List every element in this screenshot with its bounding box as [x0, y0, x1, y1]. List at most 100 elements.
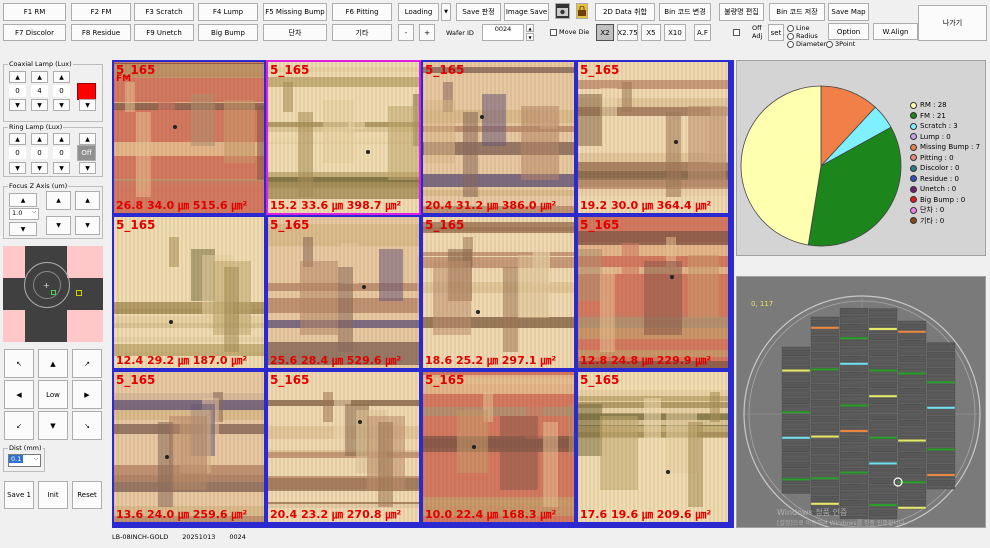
coaxial-down-1[interactable]: ▼ — [9, 99, 26, 111]
wafer-die[interactable] — [868, 327, 898, 331]
wafer-die[interactable] — [868, 442, 898, 446]
wafer-die[interactable] — [868, 414, 898, 417]
wafer-die[interactable] — [839, 500, 869, 503]
wafer-die[interactable] — [868, 366, 898, 369]
bin-code-change-button[interactable]: Bin 코드 변경 — [659, 3, 711, 21]
wafer-die[interactable] — [868, 417, 898, 420]
wafer-die[interactable] — [897, 426, 927, 430]
wafer-die[interactable] — [926, 435, 956, 438]
wafer-die[interactable] — [839, 471, 869, 474]
reset-button[interactable]: Reset — [72, 481, 102, 509]
wafer-die[interactable] — [897, 375, 927, 378]
wafer-die[interactable] — [839, 503, 869, 506]
wafer-die[interactable] — [839, 442, 869, 446]
wafer-die[interactable] — [839, 349, 869, 353]
defect-missing-bump-button[interactable]: F5 Missing Bump — [263, 3, 327, 21]
wafer-die[interactable] — [926, 470, 956, 474]
wafer-die[interactable] — [810, 380, 840, 384]
wafer-die[interactable] — [810, 316, 840, 320]
wafer-die[interactable] — [926, 406, 956, 410]
wafer-die[interactable] — [868, 353, 898, 356]
wafer-die[interactable] — [781, 382, 811, 385]
wafer-die[interactable] — [868, 471, 898, 475]
wafer-die[interactable] — [781, 394, 811, 398]
wafer-die[interactable] — [897, 372, 927, 375]
wafer-die[interactable] — [926, 377, 956, 381]
move-left-button[interactable]: ◀ — [4, 380, 34, 409]
wafer-die[interactable] — [781, 417, 811, 420]
wafer-die[interactable] — [839, 474, 869, 478]
wafer-die[interactable] — [810, 467, 840, 470]
wafer-die[interactable] — [868, 311, 898, 315]
wafer-die[interactable] — [810, 435, 840, 438]
wafer-die[interactable] — [897, 397, 927, 401]
wafer-die[interactable] — [810, 464, 840, 467]
move-die-box[interactable] — [550, 28, 557, 36]
wafer-die[interactable] — [868, 385, 898, 388]
wafer-die[interactable] — [897, 378, 927, 382]
wafer-die[interactable] — [810, 374, 840, 378]
wafer-die[interactable] — [868, 337, 898, 340]
wafer-die[interactable] — [810, 448, 840, 451]
wafer-die[interactable] — [897, 442, 927, 446]
wafer-die[interactable] — [781, 449, 811, 452]
wafer-die[interactable] — [897, 388, 927, 391]
wafer-die[interactable] — [839, 394, 869, 398]
wafer-die[interactable] — [839, 340, 869, 343]
die-image-tile[interactable]: 5_165 13.6 24.0 ㎛ 259.6 ㎛² — [112, 370, 266, 524]
die-image-tile[interactable]: 5_165 20.4 23.2 ㎛ 270.8 ㎛² — [266, 370, 421, 524]
wafer-die[interactable] — [926, 348, 956, 352]
wafer-die[interactable] — [839, 464, 869, 468]
move-right-button[interactable]: ▶ — [72, 380, 102, 409]
wafer-die[interactable] — [868, 401, 898, 404]
wafer-die[interactable] — [839, 480, 869, 484]
wafer-die[interactable] — [810, 342, 840, 346]
defect-unetch-button[interactable]: F9 Unetch — [134, 24, 194, 41]
wafer-die[interactable] — [897, 503, 927, 506]
focus-down-button[interactable]: ▼ — [9, 222, 37, 236]
wafer-die[interactable] — [810, 412, 840, 416]
minus-button[interactable]: - — [398, 24, 414, 41]
wafer-die[interactable] — [897, 362, 927, 366]
coaxial-down-2[interactable]: ▼ — [31, 99, 48, 111]
wafer-die[interactable] — [868, 478, 898, 481]
ring-down-2[interactable]: ▼ — [31, 162, 48, 174]
wafer-die[interactable] — [868, 359, 898, 363]
wafer-die[interactable] — [897, 356, 927, 359]
wafer-die[interactable] — [839, 381, 869, 385]
wafer-die[interactable] — [868, 458, 898, 462]
wafer-die[interactable] — [810, 499, 840, 502]
wafer-die[interactable] — [868, 330, 898, 334]
wafer-die[interactable] — [839, 400, 869, 404]
wafer-die[interactable] — [839, 320, 869, 324]
coaxial-up-1[interactable]: ▲ — [9, 71, 26, 83]
wafer-die[interactable] — [781, 398, 811, 401]
wafer-die[interactable] — [810, 406, 840, 410]
wafer-die[interactable] — [868, 334, 898, 337]
wafer-die[interactable] — [868, 449, 898, 452]
wafer-die[interactable] — [926, 460, 956, 464]
wafer-die[interactable] — [897, 490, 927, 494]
ring-up-4[interactable]: ▲ — [79, 133, 96, 145]
coaxial-down-3[interactable]: ▼ — [53, 99, 70, 111]
wafer-die[interactable] — [810, 457, 840, 461]
wafer-die[interactable] — [868, 481, 898, 484]
wafer-die[interactable] — [810, 326, 840, 330]
wafer-die[interactable] — [810, 345, 840, 349]
wafer-die[interactable] — [839, 365, 869, 369]
wafer-die[interactable] — [897, 346, 927, 350]
wafer-die[interactable] — [839, 420, 869, 423]
coaxial-down-4[interactable]: ▼ — [79, 99, 96, 111]
wafer-die[interactable] — [926, 371, 956, 374]
wafer-die[interactable] — [810, 368, 840, 371]
wafer-die[interactable] — [781, 401, 811, 404]
wafer-die[interactable] — [839, 330, 869, 334]
plus-button[interactable]: + — [419, 24, 435, 41]
zoom-x5-button[interactable]: X5 — [641, 24, 661, 41]
wafer-die[interactable] — [839, 404, 869, 407]
wafer-die[interactable] — [897, 448, 927, 452]
radio-line[interactable]: Line — [787, 24, 810, 32]
wafer-die[interactable] — [810, 460, 840, 464]
wafer-die[interactable] — [810, 403, 840, 406]
wafer-die[interactable] — [839, 384, 869, 388]
